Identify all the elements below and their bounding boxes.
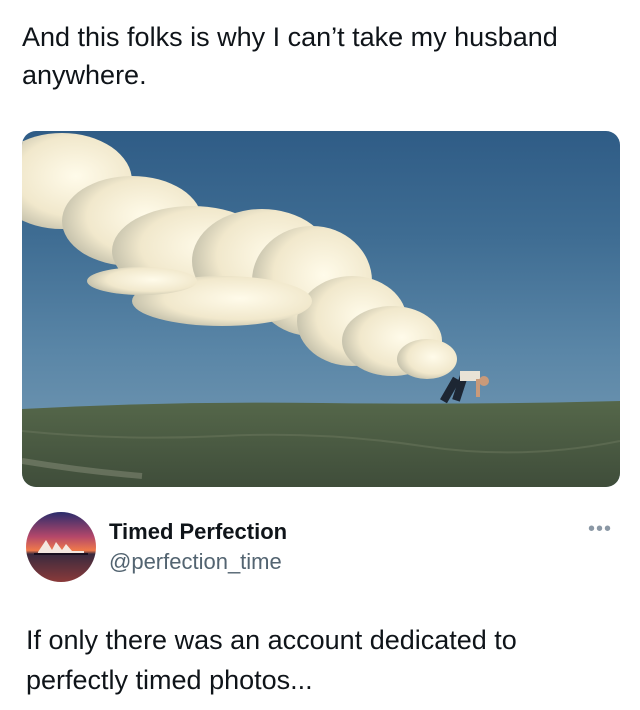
photo-scene	[22, 133, 620, 487]
avatar[interactable]	[26, 512, 96, 582]
person	[440, 371, 489, 404]
cloud	[22, 133, 457, 379]
opera-house-icon	[26, 512, 96, 582]
author-handle[interactable]: @perfection_time	[109, 548, 282, 576]
post-photo[interactable]	[22, 131, 620, 487]
quoted-text: If only there was an account dedicated t…	[26, 625, 517, 695]
more-options-icon[interactable]: •••	[586, 518, 614, 542]
author-name[interactable]: Timed Perfection	[109, 518, 287, 546]
post-text: And this folks is why I can’t take my hu…	[22, 22, 558, 90]
